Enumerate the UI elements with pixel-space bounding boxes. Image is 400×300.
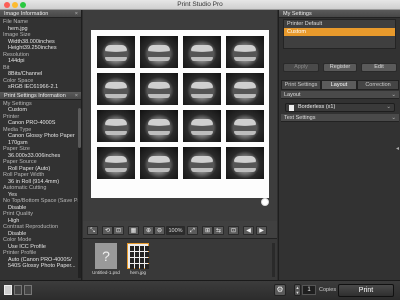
page-icon bbox=[289, 105, 294, 111]
side-by-side-view-button[interactable] bbox=[14, 285, 22, 295]
text-settings-section-title: Text Settings bbox=[284, 115, 316, 121]
print-preview-canvas bbox=[83, 10, 277, 221]
burger-photo bbox=[226, 147, 264, 179]
burger-photo bbox=[140, 73, 178, 105]
register-button[interactable]: Register bbox=[323, 63, 357, 72]
image-information-header[interactable]: Image Information × bbox=[0, 10, 81, 18]
close-icon[interactable]: × bbox=[75, 92, 78, 100]
window-title: Print Studio Pro bbox=[177, 1, 223, 8]
thumbnail-caption: hem.jpg bbox=[129, 270, 146, 275]
burger-photo bbox=[140, 147, 178, 179]
layout-section-header[interactable]: Layout ⌄ bbox=[281, 91, 399, 99]
print-settings-information-list: My Settings Custom Printer Canon PRO-400… bbox=[0, 100, 81, 271]
print-button[interactable]: Print bbox=[338, 284, 394, 297]
zoom-out-icon[interactable]: ⊖ bbox=[154, 226, 165, 235]
thumbnail-untitled[interactable]: ? Untitled-1.psd bbox=[92, 243, 120, 275]
next-page-icon[interactable]: ▶ bbox=[256, 226, 267, 235]
burger-photo bbox=[97, 73, 135, 105]
tab-layout[interactable]: Layout bbox=[321, 80, 357, 90]
thumbnail-hem[interactable]: hem.jpg bbox=[125, 243, 151, 275]
chevron-down-icon: ⌄ bbox=[386, 104, 391, 110]
apply-button[interactable]: Apply bbox=[283, 63, 319, 72]
previous-page-icon[interactable]: ◀ bbox=[243, 226, 254, 235]
image-thumbnail bbox=[127, 243, 149, 269]
title-bar: Print Studio Pro bbox=[0, 0, 400, 10]
settings-tabs: Print Settings Layout Correction bbox=[281, 80, 399, 90]
text-settings-section-header[interactable]: Text Settings ⌄ bbox=[281, 114, 399, 122]
layout-mode-select[interactable]: Borderless (x1) ⌄ bbox=[285, 103, 395, 112]
burger-photo bbox=[140, 36, 178, 68]
unknown-file-icon: ? bbox=[95, 243, 117, 269]
paper-preview[interactable] bbox=[91, 30, 269, 198]
print-settings-information-header[interactable]: Print Settings Information × bbox=[0, 91, 81, 100]
layout-mode-value: Borderless (x1) bbox=[298, 104, 336, 110]
chevron-down-icon: ⌄ bbox=[391, 115, 396, 121]
burger-photo bbox=[183, 73, 221, 105]
burger-photo bbox=[226, 110, 264, 142]
settings-item-printer-default[interactable]: Printer Default bbox=[284, 20, 395, 28]
thumbnail-strip: ? Untitled-1.psd hem.jpg bbox=[83, 238, 277, 280]
my-settings-list: Printer Default Custom bbox=[283, 19, 396, 49]
preview-area: ⤡ ⟲ ⊡ ▦ ⊕ ⊖ 100% ⤢ ⊞ ⇆ ⊡ ◀ ▶ ? Untitled-… bbox=[83, 10, 277, 280]
fit-width-icon[interactable]: ⤢ bbox=[187, 226, 198, 235]
thumbnail-caption: Untitled-1.psd bbox=[92, 270, 120, 275]
print-settings-information-title: Print Settings Information bbox=[4, 92, 66, 99]
single-view-button[interactable] bbox=[4, 285, 12, 295]
thumbnail-scrollbar[interactable] bbox=[272, 243, 275, 277]
chevron-down-icon: ⌄ bbox=[391, 92, 396, 98]
zoom-level-field[interactable]: 100% bbox=[166, 226, 185, 235]
right-pane-view-button[interactable] bbox=[24, 285, 32, 295]
image-grid bbox=[97, 36, 264, 179]
left-panel-scrollbar[interactable] bbox=[78, 108, 81, 278]
info-value: sRGB IEC61966-2.1 bbox=[8, 84, 59, 90]
flip-icon[interactable]: ⇆ bbox=[213, 226, 224, 235]
tab-print-settings[interactable]: Print Settings bbox=[281, 80, 321, 90]
crop-icon[interactable]: ⊡ bbox=[113, 226, 124, 235]
bottom-bar: ⚙ ▲ ▼ 1 Copies Print bbox=[0, 280, 400, 300]
gear-icon[interactable]: ⚙ bbox=[274, 284, 286, 296]
info-value: 540S Glossy Photo Paper... bbox=[8, 263, 76, 269]
paper-scroll-indicator[interactable] bbox=[261, 198, 269, 206]
burger-photo bbox=[183, 36, 221, 68]
copies-field[interactable]: 1 bbox=[302, 285, 316, 295]
my-settings-header[interactable]: My Settings bbox=[279, 10, 400, 18]
burger-photo bbox=[97, 110, 135, 142]
close-icon[interactable]: × bbox=[75, 10, 78, 18]
collapse-panel-icon[interactable]: ◂ bbox=[396, 145, 399, 152]
burger-photo bbox=[140, 110, 178, 142]
actual-size-icon[interactable]: ⊞ bbox=[202, 226, 213, 235]
image-information-title: Image Information bbox=[4, 11, 49, 17]
tab-correction[interactable]: Correction bbox=[357, 80, 399, 90]
fit-view-icon[interactable]: ⤡ bbox=[87, 226, 98, 235]
rotate-icon[interactable]: ⟲ bbox=[102, 226, 113, 235]
add-image-icon[interactable]: ⊡ bbox=[228, 226, 239, 235]
info-label: No Top/Bottom Space (Save Paper) bbox=[3, 198, 82, 204]
left-info-panel: Image Information × File Name hem.jpg Im… bbox=[0, 10, 82, 280]
burger-photo bbox=[226, 73, 264, 105]
layout-section-title: Layout bbox=[284, 92, 301, 98]
scrollbar-thumb[interactable] bbox=[78, 108, 81, 148]
burger-photo bbox=[183, 147, 221, 179]
my-settings-title: My Settings bbox=[283, 11, 312, 17]
burger-photo bbox=[97, 36, 135, 68]
info-value: Canon Glossy Photo Paper bbox=[8, 133, 75, 139]
edit-button[interactable]: Edit bbox=[361, 63, 397, 72]
right-settings-panel: My Settings Printer Default Custom Apply… bbox=[278, 10, 400, 280]
copies-label: Copies bbox=[319, 287, 337, 293]
image-information-list: File Name hem.jpg Image Size Width38.000… bbox=[0, 18, 81, 92]
grid-view-icon[interactable]: ▦ bbox=[128, 226, 139, 235]
settings-item-custom[interactable]: Custom bbox=[284, 28, 395, 36]
burger-photo bbox=[97, 147, 135, 179]
my-settings-buttons: Apply Register Edit bbox=[283, 63, 397, 72]
burger-photo bbox=[183, 110, 221, 142]
copies-stepper[interactable]: ▲ ▼ bbox=[294, 284, 301, 296]
zoom-in-icon[interactable]: ⊕ bbox=[143, 226, 154, 235]
burger-photo bbox=[226, 36, 264, 68]
preview-toolbar: ⤡ ⟲ ⊡ ▦ ⊕ ⊖ 100% ⤢ ⊞ ⇆ ⊡ ◀ ▶ bbox=[83, 226, 277, 236]
